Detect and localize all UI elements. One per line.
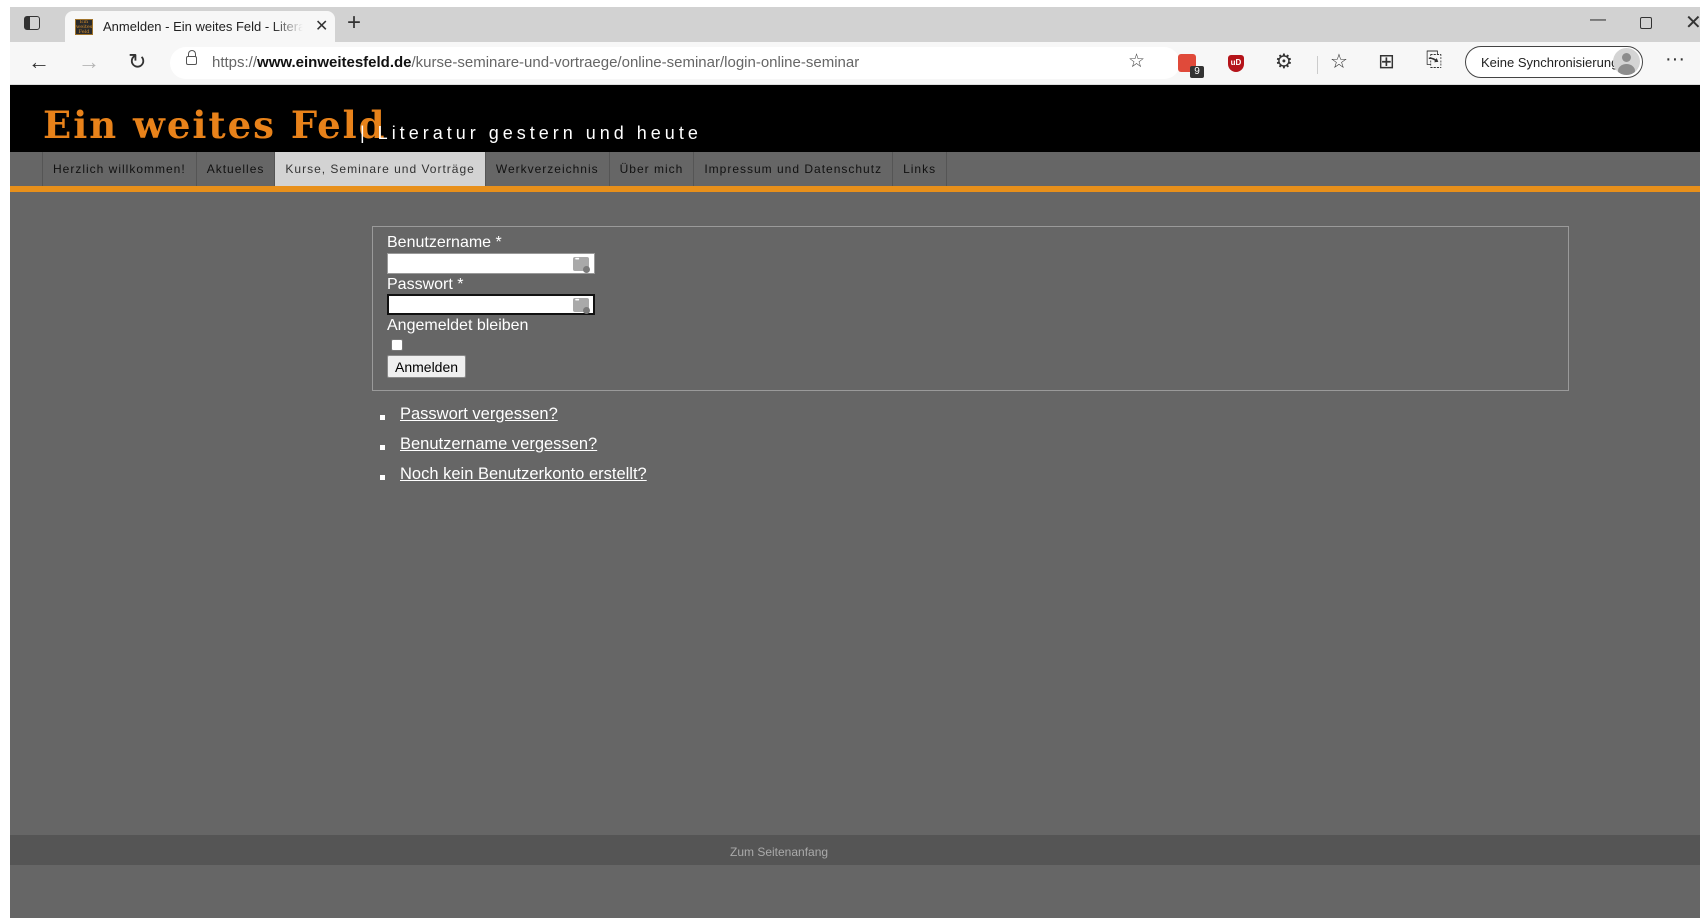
footer: Zum Seitenanfang (10, 835, 1700, 865)
browser-toolbar: ← → ↻ https://www.einweitesfeld.de/kurse… (10, 42, 1700, 85)
favicon-icon: Ein weites Feld (75, 19, 93, 35)
tab-title: Anmelden - Ein weites Feld - Literatur g… (103, 19, 303, 34)
add-favorite-icon[interactable]: ☆ (1128, 50, 1145, 73)
profile-sync-button[interactable]: Keine Synchronisierung (1465, 46, 1643, 78)
browser-window: Ein weites Feld Anmelden - Ein weites Fe… (10, 7, 1700, 918)
site-logo[interactable]: Ein weites Feld (43, 103, 387, 147)
nav-item[interactable]: Aktuelles (197, 152, 276, 186)
nav-item[interactable]: Herzlich willkommen! (43, 152, 197, 186)
minimize-icon[interactable]: — (1590, 11, 1606, 29)
tab-close-icon[interactable]: ✕ (315, 16, 328, 36)
extension-badge: 9 (1190, 66, 1204, 78)
forward-icon[interactable]: → (78, 49, 100, 75)
list-item: Benutzername vergessen? (380, 435, 647, 465)
nav-item[interactable]: Kurse, Seminare und Vorträge (275, 152, 486, 186)
remember-checkbox[interactable] (391, 339, 403, 351)
nav-item[interactable]: Links (893, 152, 948, 186)
extensions-icon[interactable]: ⚙ (1275, 49, 1293, 74)
remember-label: Angemeldet bleiben (387, 317, 529, 334)
login-form: Benutzername * Passwort * Angemeldet ble… (372, 226, 1569, 391)
tab-active[interactable]: Ein weites Feld Anmelden - Ein weites Fe… (65, 11, 335, 42)
list-item: Noch kein Benutzerkonto erstellt? (380, 465, 647, 495)
nav-item[interactable]: Impressum und Datenschutz (694, 152, 894, 186)
site-tagline: | Literatur gestern und heute (360, 123, 702, 143)
window-close-icon[interactable]: ✕ (1685, 10, 1700, 35)
collections-icon[interactable]: ⊞ (1378, 49, 1395, 74)
password-manager-icon[interactable] (573, 257, 590, 273)
username-input[interactable] (387, 253, 595, 274)
tab-actions-icon[interactable] (24, 16, 40, 30)
password-input[interactable] (387, 294, 595, 315)
more-icon[interactable]: ··· (1665, 48, 1685, 71)
reload-icon[interactable]: ↻ (128, 49, 146, 75)
help-links-list: Passwort vergessen? Benutzername vergesse… (380, 405, 647, 495)
toolbar-divider (1317, 56, 1318, 74)
avatar (1613, 48, 1640, 75)
footer-text[interactable]: Zum Seitenanfang (730, 845, 828, 859)
address-bar[interactable]: https://www.einweitesfeld.de/kurse-semin… (170, 47, 1180, 79)
ublock-extension-icon[interactable]: uD (1228, 55, 1244, 72)
nav-item[interactable]: Werkverzeichnis (486, 152, 610, 186)
username-label: Benutzername * (387, 234, 502, 251)
tab-strip: Ein weites Feld Anmelden - Ein weites Fe… (10, 7, 1700, 42)
password-manager-icon[interactable] (573, 298, 590, 314)
share-icon[interactable]: ⎘ (1426, 49, 1442, 72)
help-link[interactable]: Noch kein Benutzerkonto erstellt? (400, 465, 647, 483)
password-label: Passwort * (387, 276, 464, 293)
url-text[interactable]: https://www.einweitesfeld.de/kurse-semin… (212, 54, 859, 71)
main-nav: Herzlich willkommen! Aktuelles Kurse, Semi… (10, 152, 1700, 186)
restore-icon[interactable] (1640, 17, 1652, 29)
list-item: Passwort vergessen? (380, 405, 647, 435)
help-link[interactable]: Passwort vergessen? (400, 405, 558, 423)
favorites-icon[interactable]: ☆ (1330, 49, 1348, 74)
help-link[interactable]: Benutzername vergessen? (400, 435, 597, 453)
sync-label: Keine Synchronisierung (1481, 55, 1619, 70)
lock-icon[interactable] (186, 50, 197, 65)
login-button[interactable]: Anmelden (387, 355, 467, 378)
accent-bar (10, 186, 1700, 192)
back-icon[interactable]: ← (28, 49, 50, 75)
nav-item[interactable]: Über mich (610, 152, 695, 186)
site-header: Ein weites Feld | Literatur gestern und … (10, 85, 1700, 152)
new-tab-icon[interactable]: + (347, 9, 361, 37)
